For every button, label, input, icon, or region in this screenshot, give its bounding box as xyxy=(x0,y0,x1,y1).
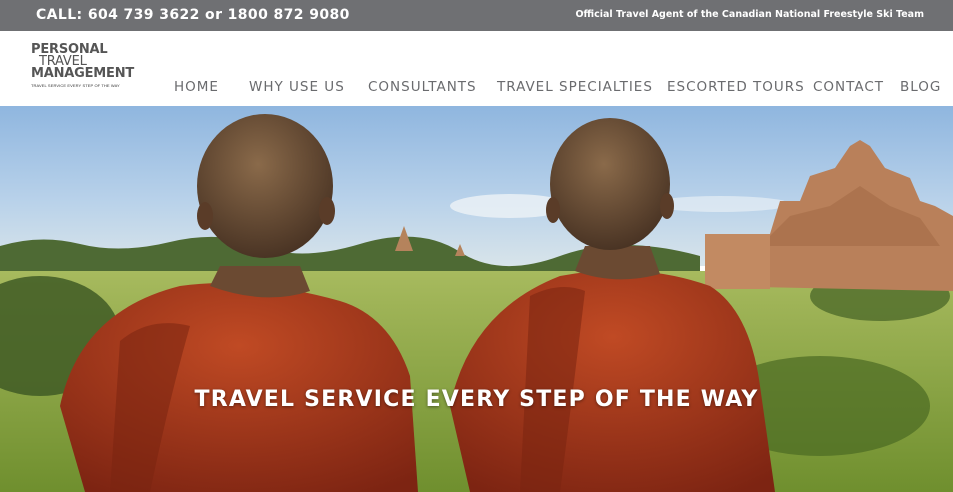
hero-banner: TRAVEL SERVICE EVERY STEP OF THE WAY xyxy=(0,106,953,492)
nav-item-home[interactable]: HOME xyxy=(174,79,219,95)
nav-item-travel-specialties[interactable]: TRAVEL SPECIALTIES xyxy=(497,79,653,95)
hero-headline: TRAVEL SERVICE EVERY STEP OF THE WAY xyxy=(194,387,759,412)
top-contact-bar: CALL: 604 739 3622 or 1800 872 9080 Offi… xyxy=(0,0,953,31)
phone-numbers[interactable]: CALL: 604 739 3622 or 1800 872 9080 xyxy=(36,7,350,23)
site-header: PERSONAL TRAVEL MANAGEMENT TRAVEL SERVIC… xyxy=(0,31,953,106)
nav-item-escorted-tours[interactable]: ESCORTED TOURS xyxy=(667,79,805,95)
nav-item-blog[interactable]: BLOG xyxy=(900,79,941,95)
main-navigation: HOME WHY USE US CONSULTANTS TRAVEL SPECI… xyxy=(0,79,953,99)
official-agent-notice: Official Travel Agent of the Canadian Na… xyxy=(575,9,924,20)
nav-item-why-use-us[interactable]: WHY USE US xyxy=(249,79,345,95)
hero-image xyxy=(0,106,953,492)
nav-item-consultants[interactable]: CONSULTANTS xyxy=(368,79,477,95)
nav-item-contact[interactable]: CONTACT xyxy=(813,79,884,95)
